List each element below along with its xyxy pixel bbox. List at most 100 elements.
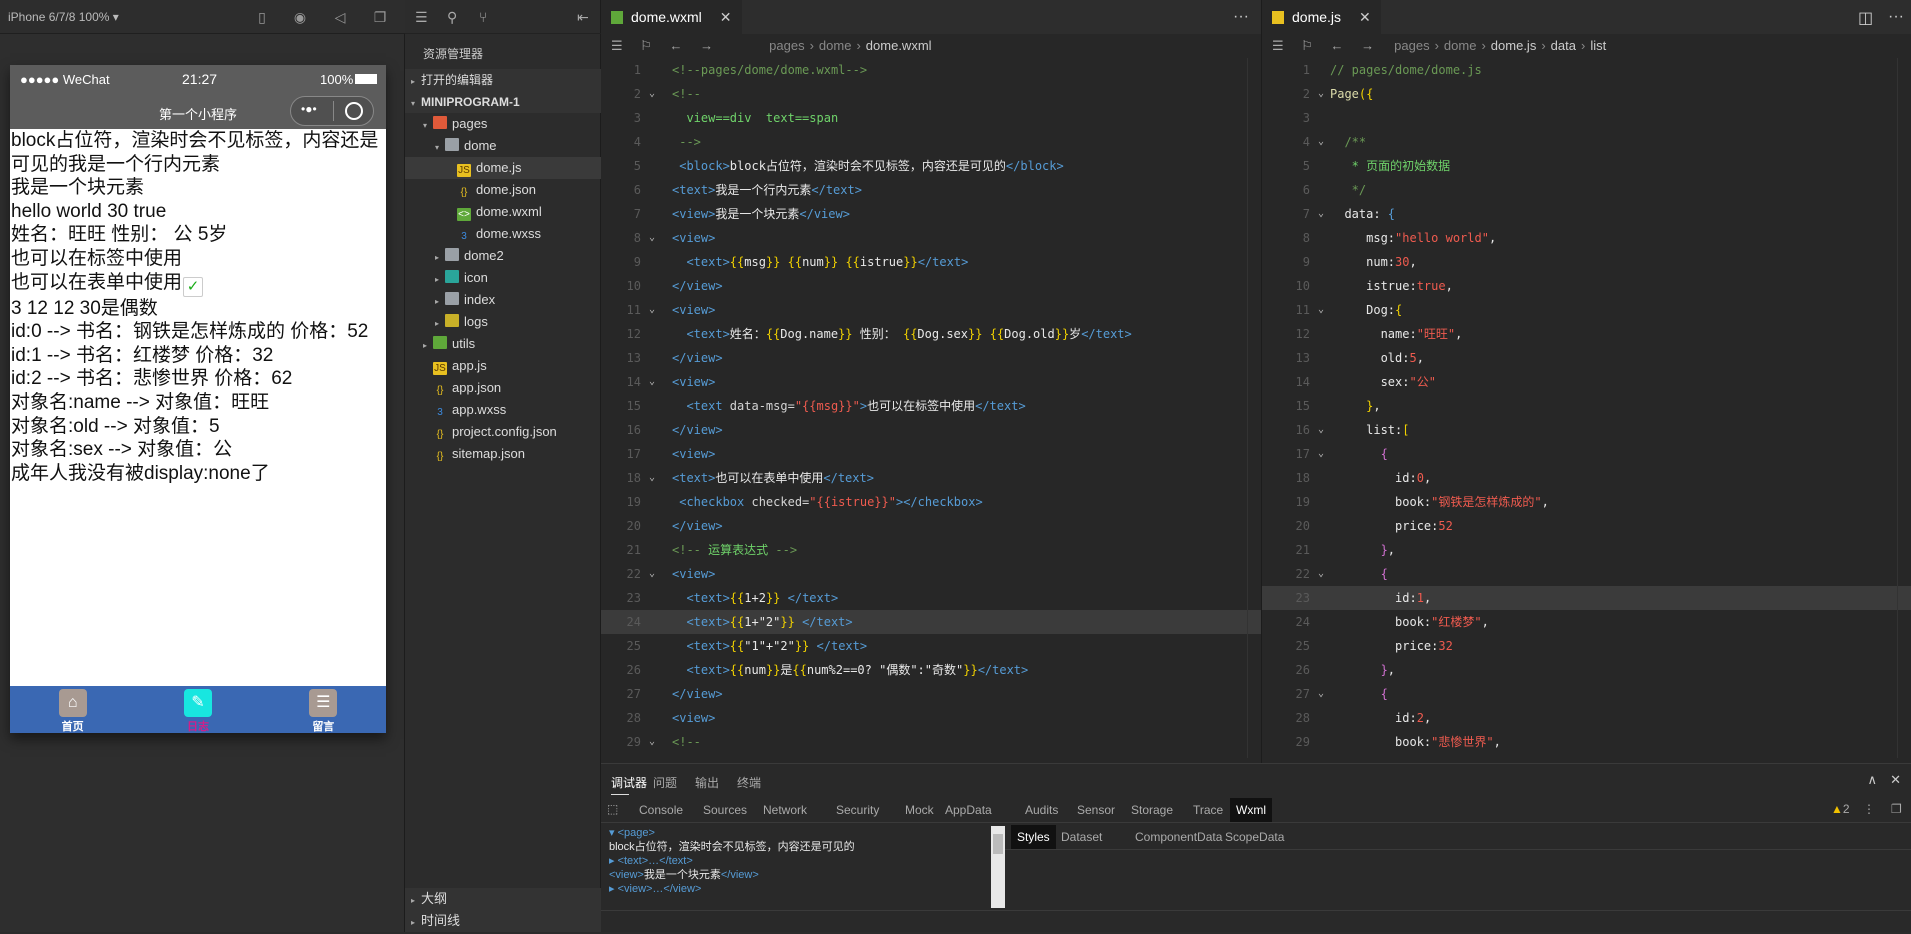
- close-panel-icon[interactable]: ✕: [1890, 772, 1901, 788]
- dock-icon[interactable]: ❐: [1891, 802, 1902, 816]
- tree-item[interactable]: ▸ index: [405, 289, 601, 311]
- tree-item[interactable]: ▸ dome2: [405, 245, 601, 267]
- phone-icon[interactable]: ▯: [254, 9, 270, 25]
- tab-item[interactable]: ⌂ 首页: [10, 686, 135, 733]
- fold-chevron-icon[interactable]: ⌄: [1318, 442, 1324, 466]
- toolbar-icons[interactable]: ☰ ⚐ ← →: [1272, 38, 1374, 53]
- tree-item[interactable]: ▾ dome: [405, 135, 601, 157]
- fold-chevron-icon[interactable]: ⌄: [649, 730, 655, 754]
- editor-scrollbar[interactable]: [1247, 58, 1261, 758]
- breadcrumb-item[interactable]: list: [1590, 38, 1606, 53]
- fold-chevron-icon[interactable]: ⌄: [649, 298, 655, 322]
- code-area[interactable]: 1// pages/dome/dome.js 2 ⌄ Page({3 4 ⌄ /** 5 *…: [1262, 58, 1911, 754]
- breadcrumb-item[interactable]: pages: [769, 38, 804, 53]
- tree-scrollbar[interactable]: [991, 826, 1005, 908]
- fold-chevron-icon[interactable]: ⌄: [649, 82, 655, 106]
- tree-item[interactable]: ▸ utils: [405, 333, 601, 355]
- tab-item[interactable]: ✎ 日志: [135, 686, 260, 733]
- project-section[interactable]: ▾ MINIPROGRAM-1: [405, 91, 601, 113]
- breadcrumb-item[interactable]: dome.wxml: [866, 38, 932, 53]
- devtools-tab[interactable]: Wxml: [1230, 798, 1272, 822]
- timeline-section[interactable]: ▸ 时间线: [405, 910, 601, 932]
- panel-tab[interactable]: 调试器: [611, 774, 647, 791]
- devtools-tab[interactable]: Sensor: [1071, 798, 1121, 822]
- style-tab[interactable]: Styles: [1011, 825, 1056, 849]
- close-tab-icon[interactable]: ✕: [1359, 9, 1371, 25]
- devtools-tab[interactable]: AppData: [939, 798, 998, 822]
- inspect-element-icon[interactable]: ⬚: [607, 802, 618, 816]
- tree-item[interactable]: ▸ icon: [405, 267, 601, 289]
- fold-chevron-icon[interactable]: ⌄: [1318, 82, 1324, 106]
- outline-section[interactable]: ▸ 大纲: [405, 888, 601, 910]
- checkbox[interactable]: ✓: [183, 276, 204, 297]
- maximize-panel-icon[interactable]: ∧: [1867, 772, 1877, 788]
- editor-tab[interactable]: dome.wxml ✕: [601, 0, 742, 34]
- devtools-tab[interactable]: Security: [830, 798, 885, 822]
- wxml-node[interactable]: ▸ <text>…</text>: [609, 854, 989, 868]
- breadcrumb-item[interactable]: dome: [819, 38, 852, 53]
- breadcrumb-item[interactable]: data: [1551, 38, 1576, 53]
- warning-icon[interactable]: ▲2: [1831, 802, 1850, 816]
- fold-chevron-icon[interactable]: ⌄: [649, 562, 655, 586]
- tree-item[interactable]: {} sitemap.json: [405, 443, 601, 465]
- tab-item[interactable]: ☰ 留言: [261, 686, 386, 733]
- collapse-panel-icon[interactable]: ⇤: [577, 9, 589, 26]
- editor-scrollbar[interactable]: [1897, 58, 1911, 758]
- tree-item[interactable]: ▾ pages: [405, 113, 601, 135]
- panel-tab[interactable]: 问题: [653, 774, 677, 791]
- tree-item[interactable]: 3 dome.wxss: [405, 223, 601, 245]
- open-editors-section[interactable]: ▸ 打开的编辑器: [405, 69, 601, 91]
- tree-item[interactable]: ▸ logs: [405, 311, 601, 333]
- volume-icon[interactable]: ◁: [332, 9, 348, 25]
- fold-chevron-icon[interactable]: ⌄: [649, 370, 655, 394]
- panel-tab[interactable]: 输出: [695, 774, 719, 791]
- fold-chevron-icon[interactable]: ⌄: [1318, 418, 1324, 442]
- wxml-node[interactable]: <view>我是一个块元素</view>: [609, 868, 989, 882]
- more-icon[interactable]: •●•: [301, 102, 317, 116]
- tree-item[interactable]: JS app.js: [405, 355, 601, 377]
- close-miniprogram-icon[interactable]: [345, 102, 363, 120]
- fold-chevron-icon[interactable]: ⌄: [649, 226, 655, 250]
- explorer-icon[interactable]: ☰: [415, 9, 428, 26]
- breadcrumb-item[interactable]: pages: [1394, 38, 1429, 53]
- fold-chevron-icon[interactable]: ⌄: [1318, 298, 1324, 322]
- devtools-tab[interactable]: Mock: [899, 798, 940, 822]
- tree-item[interactable]: {} dome.json: [405, 179, 601, 201]
- kebab-menu-icon[interactable]: ⋮: [1863, 802, 1875, 816]
- tree-item[interactable]: 3 app.wxss: [405, 399, 601, 421]
- style-tab[interactable]: ScopeData: [1219, 825, 1290, 849]
- devtools-tab[interactable]: Storage: [1125, 798, 1179, 822]
- record-icon[interactable]: ◉: [292, 9, 308, 25]
- fold-chevron-icon[interactable]: ⌄: [1318, 202, 1324, 226]
- devtools-tab[interactable]: Console: [633, 798, 689, 822]
- devtools-tab[interactable]: Sources: [697, 798, 753, 822]
- tree-item[interactable]: {} app.json: [405, 377, 601, 399]
- devtools-tab[interactable]: Audits: [1019, 798, 1064, 822]
- devtools-tab[interactable]: Network: [757, 798, 813, 822]
- fold-chevron-icon[interactable]: ⌄: [649, 466, 655, 490]
- style-tab[interactable]: Dataset: [1055, 825, 1108, 849]
- breadcrumb-item[interactable]: dome: [1444, 38, 1477, 53]
- editor-tab[interactable]: dome.js ✕: [1262, 0, 1381, 34]
- code-area[interactable]: 1 <!--pages/dome/dome.wxml--> 2 ⌄ <!-- 3 view…: [601, 58, 1261, 754]
- style-tab[interactable]: ComponentData: [1129, 825, 1228, 849]
- fold-chevron-icon[interactable]: ⌄: [1318, 130, 1324, 154]
- wxml-node[interactable]: block占位符，渲染时会不见标签，内容还是可见的: [609, 840, 989, 854]
- more-actions-icon[interactable]: ···: [1888, 8, 1904, 26]
- close-tab-icon[interactable]: ✕: [720, 9, 732, 25]
- tree-item[interactable]: <> dome.wxml: [405, 201, 601, 223]
- more-actions-icon[interactable]: ···: [1233, 8, 1249, 26]
- detach-window-icon[interactable]: ❐: [372, 9, 388, 25]
- search-icon[interactable]: ⚲: [447, 9, 457, 26]
- wxml-node[interactable]: ▾ <page>: [609, 826, 989, 840]
- fold-chevron-icon[interactable]: ⌄: [1318, 682, 1324, 706]
- fold-chevron-icon[interactable]: ⌄: [1318, 562, 1324, 586]
- tree-item[interactable]: {} project.config.json: [405, 421, 601, 443]
- split-editor-icon[interactable]: ◫: [1858, 8, 1873, 28]
- wxml-node[interactable]: ▸ <view>…</view>: [609, 882, 989, 896]
- panel-tab[interactable]: 终端: [737, 774, 761, 791]
- devtools-tab[interactable]: Trace: [1187, 798, 1229, 822]
- device-selector[interactable]: iPhone 6/7/8 100% ▾: [8, 10, 119, 24]
- breadcrumb-item[interactable]: dome.js: [1491, 38, 1537, 53]
- toolbar-icons[interactable]: ☰ ⚐ ← →: [611, 38, 713, 53]
